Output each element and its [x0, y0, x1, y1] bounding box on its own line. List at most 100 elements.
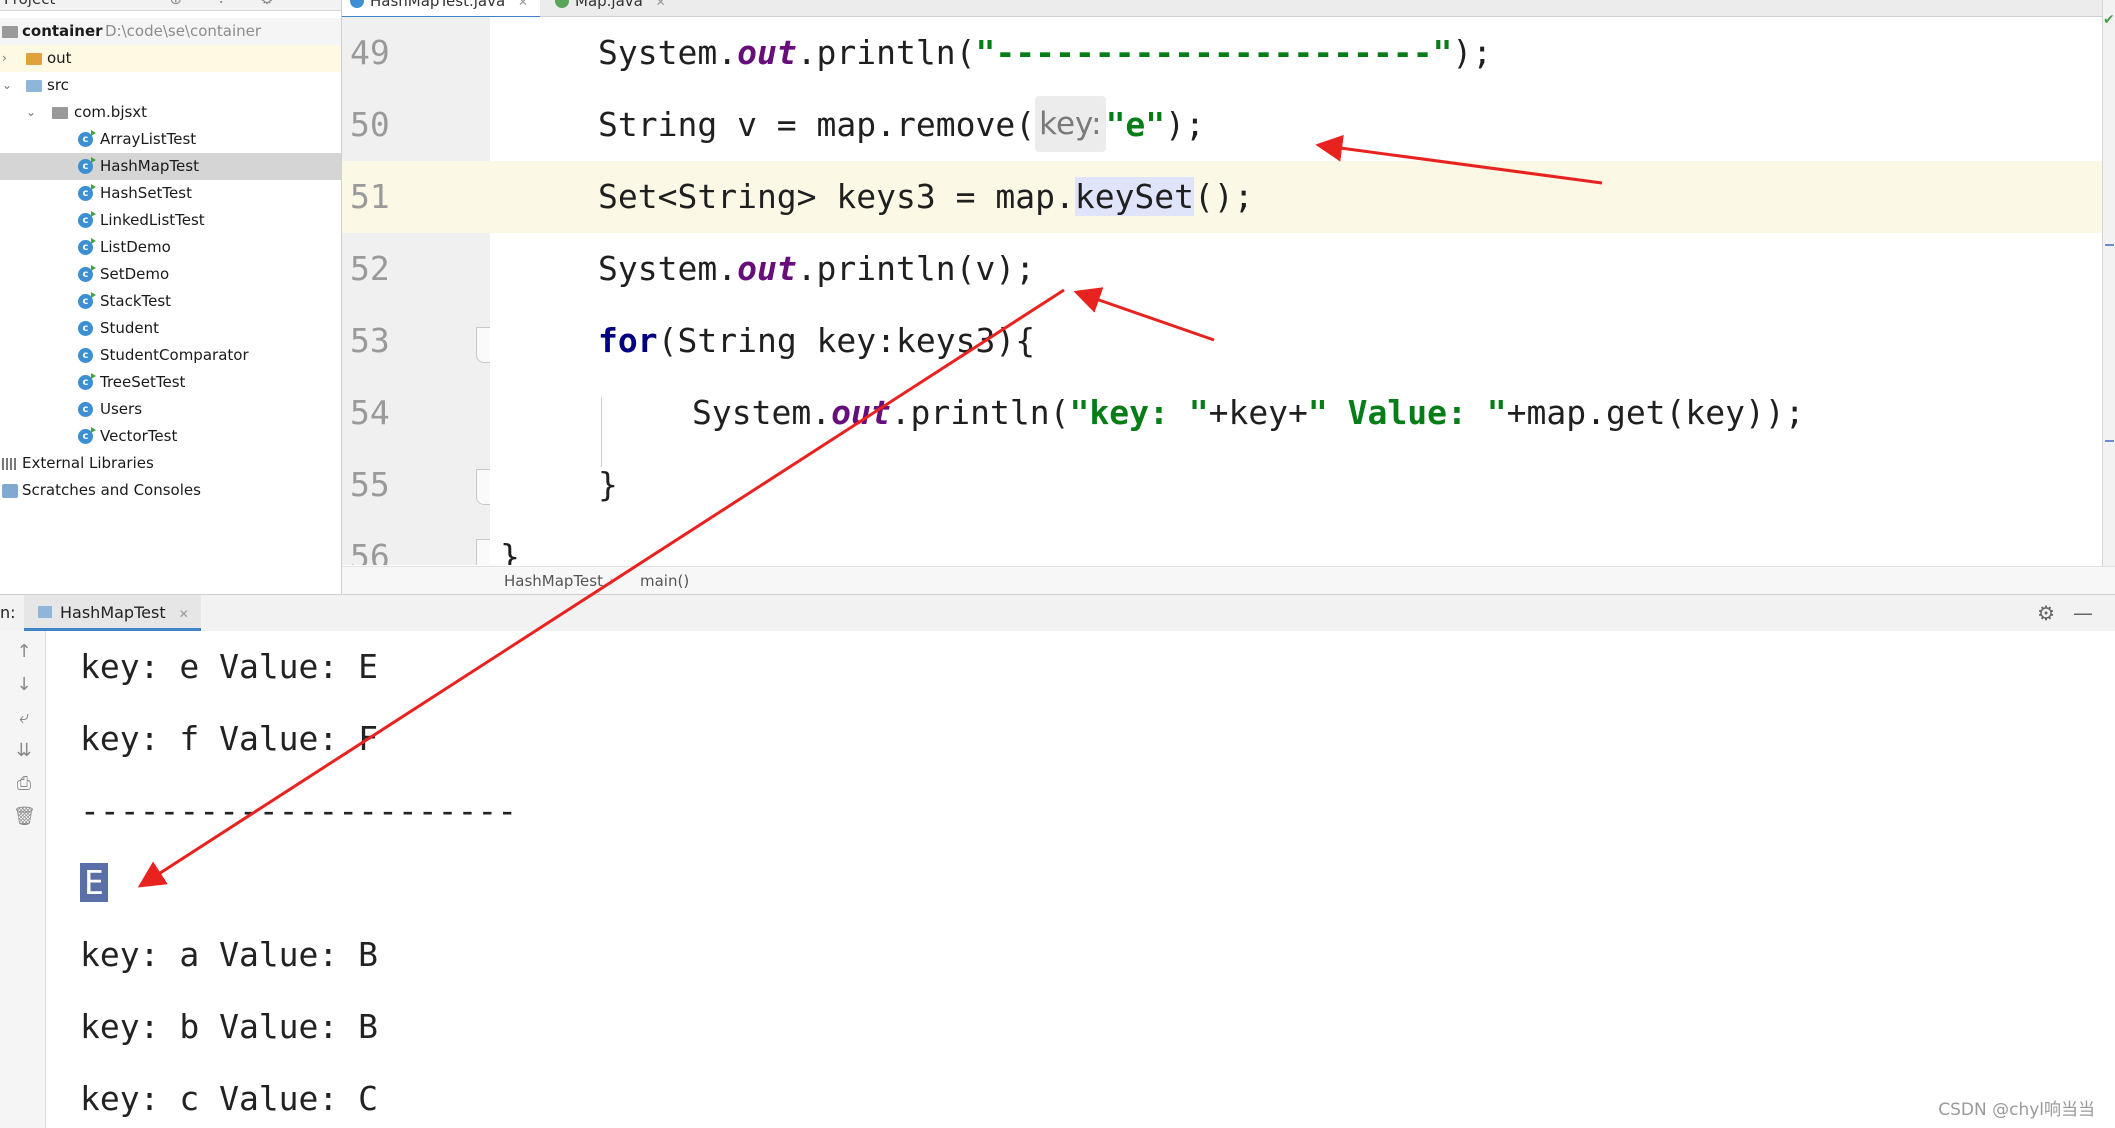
error-stripe: ✔	[2102, 0, 2115, 594]
line-number: 52	[350, 249, 390, 288]
console-line: key: e Value: E	[80, 647, 379, 686]
console-line: key: a Value: B	[80, 935, 379, 974]
code-editor[interactable]: System.out.println("--------------------…	[490, 17, 2102, 565]
watermark: CSDN @chyl响当当	[1938, 1100, 2095, 1120]
tree-item-label: ListDemo	[100, 238, 171, 256]
tree-item-container[interactable]: container D:\code\se\container	[0, 18, 341, 45]
breadcrumb-method[interactable]: main()	[640, 567, 689, 595]
project-panel-actions[interactable]: ⊕ ÷ ⚙ −	[170, 0, 333, 10]
run-config-icon	[38, 606, 52, 618]
console-output[interactable]: key: e Value: E key: f Value: F --------…	[46, 631, 2115, 1128]
folder-icon	[26, 80, 42, 92]
arrow-up-icon[interactable]: ↑	[13, 641, 35, 663]
code-line-49: System.out.println("--------------------…	[598, 33, 1493, 72]
tree-item-class[interactable]: c HashSetTest	[0, 180, 341, 207]
line-number: 56	[350, 537, 390, 565]
tree-item-label: com.bjsxt	[74, 103, 148, 121]
close-icon[interactable]: ✕	[518, 0, 528, 9]
tree-item-label: SetDemo	[100, 265, 170, 283]
tree-item-class[interactable]: c Student	[0, 315, 341, 342]
java-class-icon: c	[78, 292, 96, 309]
tree-item-label: ArrayListTest	[100, 130, 197, 148]
line-number: 50	[350, 105, 390, 144]
tree-item-label: LinkedListTest	[100, 211, 205, 229]
tree-item-class[interactable]: c LinkedListTest	[0, 207, 341, 234]
java-class-icon	[350, 0, 364, 8]
scroll-to-end-icon[interactable]: ⇊	[13, 740, 35, 762]
stripe-mark[interactable]	[2105, 440, 2114, 442]
tab-label: HashMapTest	[60, 603, 166, 622]
tree-item-external-libraries[interactable]: External Libraries	[0, 450, 341, 477]
soft-wrap-icon[interactable]: ⤶	[13, 707, 35, 729]
tab-run-hashmaptest[interactable]: HashMapTest ✕	[24, 595, 201, 631]
tree-item-package[interactable]: ⌄ com.bjsxt	[0, 99, 341, 126]
scratches-icon	[2, 484, 18, 498]
java-class-icon: c	[78, 427, 96, 444]
tree-item-class[interactable]: c ListDemo	[0, 234, 341, 261]
tab-map-java[interactable]: Map.java ✕	[547, 0, 678, 16]
tree-item-class[interactable]: c SetDemo	[0, 261, 341, 288]
close-icon[interactable]: ✕	[656, 0, 666, 9]
library-icon	[2, 458, 16, 470]
tree-item-scratches[interactable]: Scratches and Consoles	[0, 477, 341, 504]
code-line-52: System.out.println(v);	[598, 249, 1036, 288]
java-class-icon: c	[78, 157, 96, 174]
interface-icon	[555, 0, 569, 8]
tree-item-label: HashSetTest	[100, 184, 192, 202]
breadcrumb-class[interactable]: HashMapTest	[504, 567, 603, 595]
tree-item-label: container	[22, 22, 103, 40]
fold-marker-icon[interactable]	[476, 539, 490, 565]
tab-label: Map.java	[575, 0, 643, 10]
tree-item-class[interactable]: c Users	[0, 396, 341, 423]
tree-item-label: TreeSetTest	[100, 373, 186, 391]
java-class-icon: c	[78, 373, 96, 390]
tree-item-label: StudentComparator	[100, 346, 249, 364]
breadcrumb: HashMapTest › main()	[342, 566, 2115, 595]
gear-icon[interactable]: ⚙	[2037, 595, 2055, 631]
chevron-right-icon[interactable]: ›	[2, 45, 7, 72]
tab-label: HashMapTest.java	[370, 0, 506, 10]
close-icon[interactable]: ✕	[179, 607, 189, 621]
tree-item-label: HashMapTest	[100, 157, 199, 175]
tree-item-class[interactable]: c StackTest	[0, 288, 341, 315]
java-class-icon: c	[78, 348, 93, 363]
arrow-down-icon[interactable]: ↓	[13, 674, 35, 696]
tree-item-out[interactable]: › out	[0, 45, 341, 72]
project-panel-header: Project ⊕ ÷ ⚙ −	[0, 0, 341, 11]
trash-icon[interactable]: 🗑	[13, 806, 36, 828]
fold-marker-icon[interactable]	[476, 327, 490, 363]
tree-item-class[interactable]: c StudentComparator	[0, 342, 341, 369]
code-line-56: }	[500, 537, 520, 565]
fold-marker-icon[interactable]	[476, 469, 490, 505]
tree-item-src[interactable]: ⌄ src	[0, 72, 341, 99]
project-panel-title[interactable]: Project	[4, 0, 55, 10]
tree-item-class[interactable]: c ArrayListTest	[0, 126, 341, 153]
tree-item-label: VectorTest	[100, 427, 178, 445]
chevron-down-icon[interactable]: ⌄	[2, 72, 12, 99]
tree-item-class[interactable]: c VectorTest	[0, 423, 341, 450]
print-icon[interactable]: ⎙	[13, 773, 35, 795]
tree-item-class[interactable]: c TreeSetTest	[0, 369, 341, 396]
parameter-hint: key:	[1035, 95, 1106, 152]
line-number: 55	[350, 465, 390, 504]
minimize-icon[interactable]: —	[2073, 595, 2093, 631]
module-folder-icon	[2, 26, 18, 38]
tree-item-class-selected[interactable]: c HashMapTest	[0, 153, 341, 180]
editor-gutter: 49 50 51 52 53 54 55 56	[342, 17, 490, 565]
code-line-51-current: Set<String> keys3 = map.keySet();	[490, 161, 2102, 233]
folder-icon	[26, 53, 42, 65]
line-number: 54	[350, 393, 390, 432]
tree-item-label: External Libraries	[22, 454, 154, 472]
tree-item-label: Scratches and Consoles	[22, 481, 201, 499]
project-tool-window: Project ⊕ ÷ ⚙ − container D:\code\se\con…	[0, 0, 342, 594]
stripe-mark[interactable]	[2105, 244, 2114, 246]
java-class-icon: c	[78, 402, 93, 417]
line-number: 49	[350, 33, 390, 72]
code-line-50: String v = map.remove(key: "e");	[490, 89, 2102, 161]
console-line: key: b Value: B	[80, 1007, 379, 1046]
chevron-down-icon[interactable]: ⌄	[26, 99, 36, 126]
check-icon: ✔	[2103, 12, 2115, 28]
console-line-selected: E	[80, 847, 108, 919]
code-line-55: }	[598, 465, 618, 504]
console-line: key: c Value: C	[80, 1079, 379, 1118]
